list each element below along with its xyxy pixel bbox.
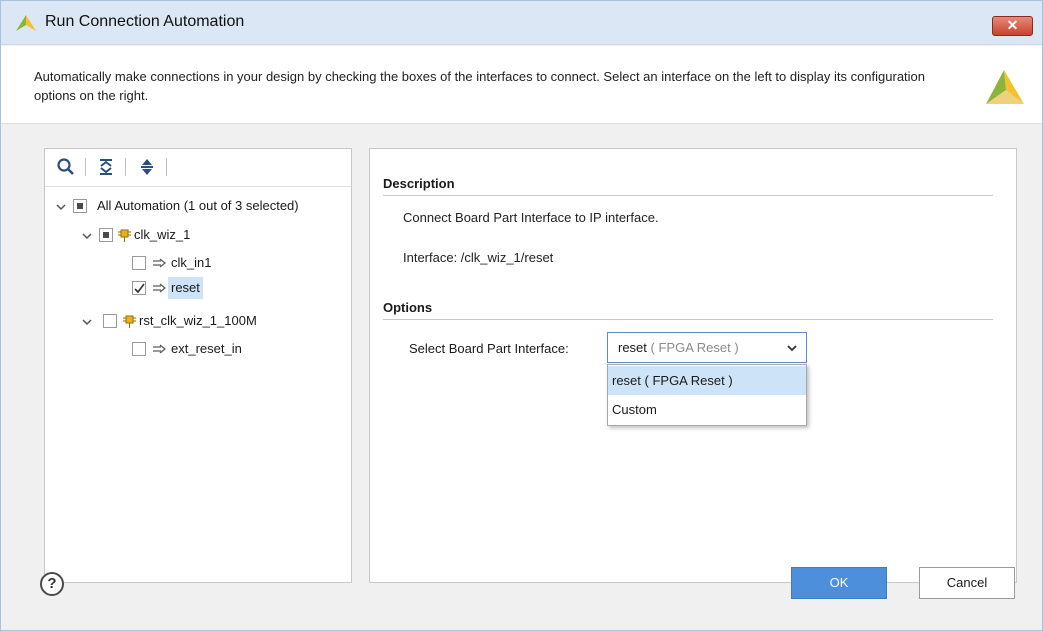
help-button[interactable]: ? [40, 572, 64, 596]
dropdown-option-reset[interactable]: reset ( FPGA Reset ) [608, 366, 806, 395]
description-heading: Description [383, 176, 455, 191]
ip-block-icon [123, 315, 136, 328]
automation-tree-panel: All Automation (1 out of 3 selected) clk… [44, 148, 352, 583]
vivado-banner-logo-icon [986, 70, 1024, 104]
root-checkbox[interactable] [73, 199, 87, 213]
section-divider [383, 319, 993, 320]
tree-row-rst-clk-wiz[interactable]: rst_clk_wiz_1_100M [45, 310, 351, 332]
tree-item-label: ext_reset_in [171, 341, 242, 356]
tree-item-label-selected: reset [168, 277, 203, 299]
chevron-down-icon[interactable] [786, 343, 798, 353]
configuration-panel: Description Connect Board Part Interface… [369, 148, 1017, 583]
instruction-banner: Automatically make connections in your d… [1, 46, 1042, 124]
title-bar[interactable]: Run Connection Automation ✕ [1, 1, 1042, 45]
tree-item-label: clk_in1 [171, 255, 212, 270]
clk-wiz-1-checkbox[interactable] [99, 228, 113, 242]
interface-pin-icon [153, 344, 166, 354]
tree-row-ext-reset-in[interactable]: ext_reset_in [45, 338, 351, 360]
dropdown-option-custom[interactable]: Custom [608, 395, 806, 424]
vivado-logo-icon [16, 15, 36, 31]
close-button[interactable]: ✕ [992, 16, 1033, 36]
tree-item-label: rst_clk_wiz_1_100M [139, 313, 257, 328]
section-divider [383, 195, 993, 196]
cancel-button[interactable]: Cancel [919, 567, 1015, 599]
interface-pin-icon [153, 258, 166, 268]
chevron-down-icon[interactable] [81, 230, 93, 242]
select-current-value: reset ( FPGA Reset ) [618, 340, 739, 355]
tree-toolbar [45, 149, 351, 187]
interface-path-text: Interface: /clk_wiz_1/reset [403, 250, 554, 265]
tree-row-clk-in1[interactable]: clk_in1 [45, 252, 351, 274]
tree-row-reset[interactable]: reset [45, 277, 351, 299]
chevron-down-icon[interactable] [81, 316, 93, 328]
window-title: Run Connection Automation [45, 13, 245, 30]
tree-item-label: clk_wiz_1 [134, 227, 191, 242]
chevron-down-icon[interactable] [55, 201, 67, 213]
dialog-window: Run Connection Automation ✕ Automaticall… [0, 0, 1043, 631]
board-part-interface-dropdown: reset ( FPGA Reset ) Custom [607, 364, 807, 426]
board-part-interface-label: Select Board Part Interface: [409, 341, 569, 356]
collapse-all-icon[interactable] [96, 157, 116, 177]
toolbar-separator [166, 158, 167, 176]
banner-description: Automatically make connections in your d… [34, 69, 926, 103]
expand-all-icon[interactable] [137, 157, 157, 177]
interface-pin-icon [153, 283, 166, 293]
ip-block-icon [118, 229, 131, 242]
options-heading: Options [383, 300, 433, 315]
clk-in1-checkbox[interactable] [132, 256, 146, 270]
ok-button[interactable]: OK [791, 567, 887, 599]
tree-row-root[interactable]: All Automation (1 out of 3 selected) [45, 195, 351, 217]
toolbar-separator [85, 158, 86, 176]
tree-root-label: All Automation (1 out of 3 selected) [97, 198, 299, 213]
tree-row-clk-wiz-1[interactable]: clk_wiz_1 [45, 224, 351, 246]
reset-checkbox[interactable] [132, 281, 146, 295]
ext-reset-in-checkbox[interactable] [132, 342, 146, 356]
select-value-main: reset [618, 340, 647, 355]
checkmark-icon [134, 283, 145, 294]
description-text: Connect Board Part Interface to IP inter… [403, 210, 659, 225]
search-icon[interactable] [56, 157, 76, 177]
toolbar-separator [125, 158, 126, 176]
rst-clk-wiz-checkbox[interactable] [103, 314, 117, 328]
select-value-sub: ( FPGA Reset ) [650, 340, 739, 355]
board-part-interface-select[interactable]: reset ( FPGA Reset ) [607, 332, 807, 363]
